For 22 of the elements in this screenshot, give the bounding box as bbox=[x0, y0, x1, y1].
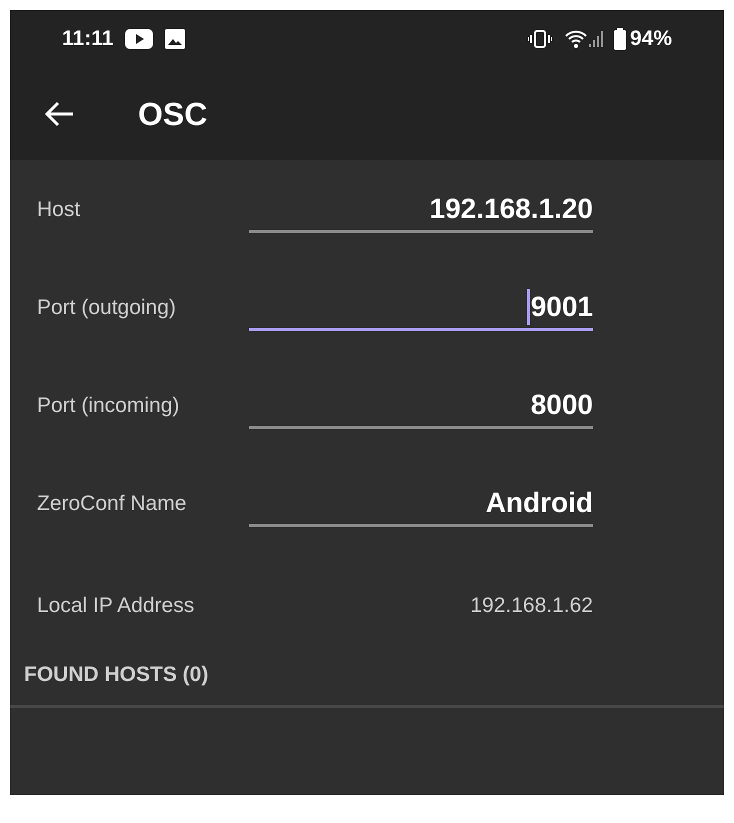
play-icon bbox=[125, 29, 154, 49]
setting-label: Port (incoming) bbox=[37, 393, 180, 420]
wifi-icon bbox=[564, 29, 588, 49]
ip-address-value: 192.168.1.62 bbox=[469, 593, 593, 620]
setting-label: Port (outgoing) bbox=[37, 295, 177, 322]
setting-label: Local IP Address bbox=[37, 593, 196, 620]
image-icon bbox=[165, 29, 186, 49]
input-field[interactable]: Android bbox=[249, 481, 593, 527]
text-cursor bbox=[526, 288, 530, 324]
battery-icon bbox=[614, 28, 626, 50]
screen-title: OSC bbox=[138, 95, 208, 134]
back-arrow-icon bbox=[45, 101, 75, 127]
setting-label: Host bbox=[37, 197, 82, 224]
setting-label: ZeroConf Name bbox=[37, 491, 188, 518]
section-header: FOUND HOSTS (0) bbox=[24, 663, 208, 686]
input-field[interactable]: 192.168.1.20 bbox=[249, 187, 593, 233]
input-field[interactable]: 8000 bbox=[249, 383, 593, 429]
input-field[interactable]: 9001 bbox=[249, 285, 593, 331]
signal-icon bbox=[588, 29, 604, 49]
vibrate-icon bbox=[528, 29, 552, 49]
battery-percent: 94% bbox=[630, 26, 672, 52]
status-time: 11:11 bbox=[62, 26, 114, 52]
